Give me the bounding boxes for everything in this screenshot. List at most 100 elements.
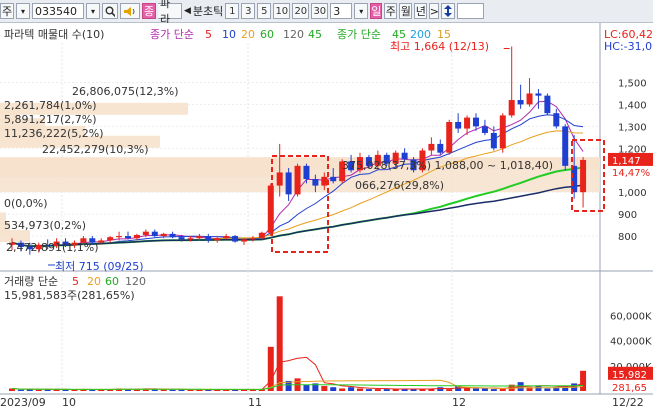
vol-ma-20: 20: [87, 275, 101, 288]
period-month[interactable]: 월: [399, 3, 413, 19]
volume-tick-1: 40,000K: [610, 337, 652, 348]
candle-body-14: [133, 234, 140, 239]
x-tick-3: 12: [452, 396, 466, 409]
candle-body-30: [276, 172, 283, 186]
period-day[interactable]: 일: [370, 3, 383, 19]
candle-body-50: [455, 121, 462, 129]
candle-62: [562, 124, 569, 171]
price-tick-2: 1,300: [618, 122, 647, 133]
hc-label: HC:-31,0: [604, 40, 652, 53]
profile-label-6: 534,973(0,2%): [4, 219, 86, 232]
candle-body-36: [330, 176, 337, 182]
candle-body-16: [151, 231, 158, 237]
ma-5: 5: [205, 28, 212, 41]
candle-body-32: [294, 165, 301, 195]
profile-label-5: 0(0,0%): [4, 197, 48, 210]
ma-45: 45: [308, 28, 322, 41]
candle-body-22: [205, 236, 212, 241]
volume-bar-39: [357, 388, 363, 391]
kind-badge[interactable]: 종: [142, 3, 156, 19]
ma2-title: 종가 단순: [337, 28, 381, 41]
code-dropdown-icon[interactable]: ▾: [86, 3, 100, 19]
change-pct-label: 14,47%: [612, 168, 650, 179]
candle-25: [232, 234, 239, 243]
profile-highlight-a: 375,028(37,3%) 1,088,00 ~ 1,018,40): [342, 159, 553, 172]
price-tick-1: 1,400: [618, 100, 647, 111]
candle-body-34: [312, 179, 319, 186]
volume-bar-36: [330, 387, 337, 391]
candle-body-51: [464, 117, 471, 129]
profile-label-7: 2,472,891(1,1%): [6, 241, 99, 254]
volume-bar-41: [374, 389, 381, 391]
candle-body-19: [178, 237, 185, 240]
volume-bar-48: [437, 387, 444, 391]
price-tick-6: 800: [618, 232, 637, 243]
price-pane-title: 파라텍 매물대 수(10): [4, 28, 104, 41]
volume-bar-51: [464, 387, 471, 391]
next-arrow-icon[interactable]: >: [429, 3, 440, 19]
candle-55: [499, 113, 506, 153]
volume-tick-0: 60,000K: [610, 311, 652, 322]
volume-pane-title: 거래량 단순: [4, 275, 58, 288]
volume-bar-19: [178, 389, 185, 391]
stock-name: 파라: [158, 0, 182, 26]
profile-highlight-b: 066,276(29,8%): [355, 179, 444, 192]
blank-input[interactable]: [457, 3, 485, 19]
interval-10[interactable]: 10: [273, 3, 291, 19]
profile-label-1: 2,261,784(1,0%): [4, 99, 97, 112]
volume-bar-60: [544, 388, 551, 391]
volume-bar-18: [169, 389, 176, 391]
candle-body-47: [428, 143, 435, 151]
candle-body-48: [437, 143, 444, 153]
search-icon[interactable]: [102, 3, 118, 19]
candle-body-49: [446, 121, 453, 153]
ma-60: 60: [260, 28, 274, 41]
volume-bar-64: [580, 370, 587, 391]
price-tick-5: 900: [618, 210, 637, 221]
high-annotation: 최고 1,664 (12/13): [390, 40, 489, 53]
price-tick-4: 1,000: [618, 188, 647, 199]
interval-5[interactable]: 5: [257, 3, 272, 19]
market-select[interactable]: 주: [0, 3, 14, 19]
x-tick-2: 11: [248, 396, 262, 409]
volume-bar-37: [339, 388, 346, 391]
updown-arrow-icon[interactable]: [441, 3, 456, 19]
speaker-icon[interactable]: [120, 3, 140, 19]
interval-dropdown-icon[interactable]: ▾: [354, 3, 369, 19]
stock-code-input[interactable]: 033540: [32, 3, 84, 19]
period-week[interactable]: 주: [384, 3, 398, 19]
volume-bar-38: [348, 387, 355, 391]
candle-body-54: [490, 132, 497, 149]
candle-body-55: [499, 115, 506, 149]
interval-select[interactable]: 3: [330, 3, 353, 19]
current-volume-label: 15,982: [612, 370, 647, 381]
volume-bar-52: [473, 388, 479, 391]
candle-28: [258, 231, 265, 240]
candle-49: [446, 119, 453, 155]
interval-label[interactable]: 분초틱: [193, 3, 223, 19]
volume-bar-40: [365, 389, 372, 391]
candle-body-10: [98, 240, 105, 243]
candle-body-58: [526, 93, 533, 105]
ma-120: 120: [283, 28, 304, 41]
candle-body-15: [142, 231, 149, 235]
volume-bar-42: [383, 389, 390, 391]
interval-30[interactable]: 30: [311, 3, 329, 19]
x-tick-0: 2023/09: [0, 396, 46, 409]
ma-title: 종가 단순: [150, 28, 194, 41]
interval-1[interactable]: 1: [225, 3, 240, 19]
candle-32: [294, 163, 301, 197]
x-tick-4: 12/22: [612, 396, 644, 409]
interval-20[interactable]: 20: [292, 3, 310, 19]
interval-3[interactable]: 3: [241, 3, 256, 19]
period-year[interactable]: 년: [414, 3, 428, 19]
vol-ma-5: 5: [72, 275, 79, 288]
volume-bar-1: [17, 389, 24, 391]
current-price-label: 1,147: [612, 156, 641, 167]
volume-pct-label: 281,65: [612, 383, 647, 394]
stock-chart[interactable]: 파라텍 매물대 수(10) 종가 단순 5 10 20 60 120 45 종가…: [0, 23, 653, 411]
prev-arrow-icon[interactable]: ◀: [184, 6, 191, 16]
market-dropdown-icon[interactable]: ▾: [16, 3, 30, 19]
low-annotation: 최저 715 (09/25): [55, 260, 144, 273]
candle-body-59: [535, 93, 542, 96]
